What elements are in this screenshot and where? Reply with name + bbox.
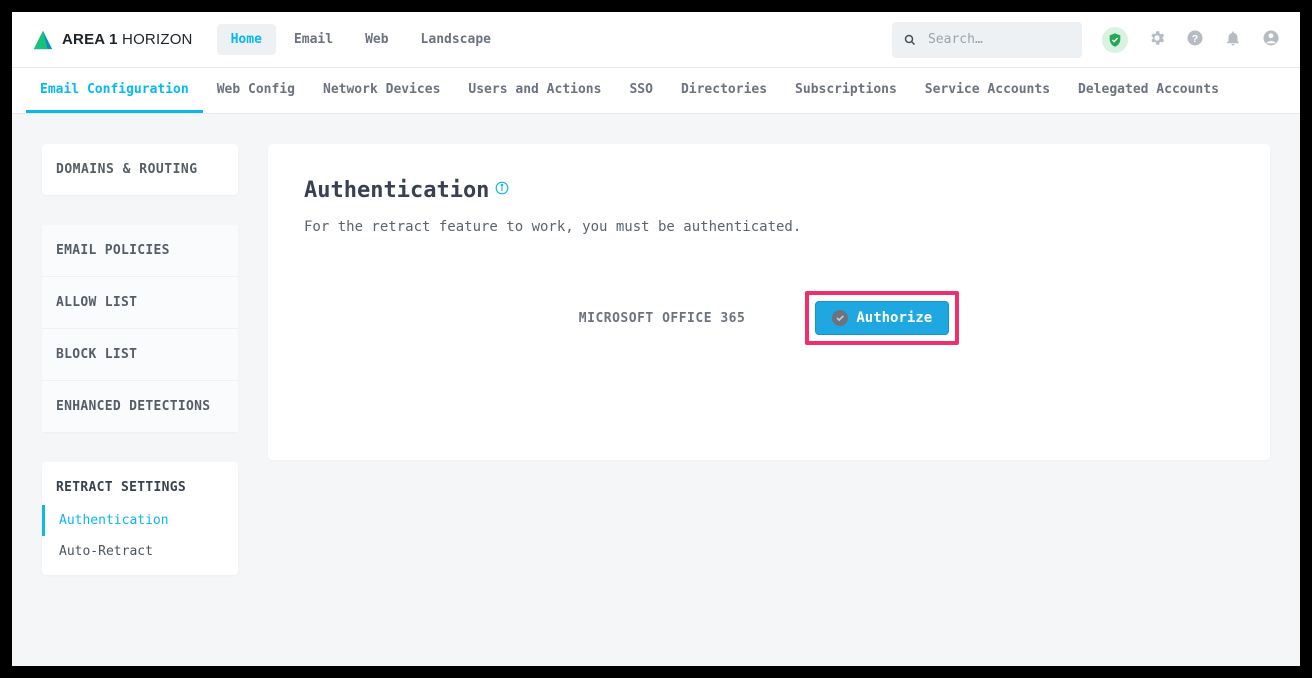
tab-service-accounts[interactable]: Service Accounts xyxy=(911,68,1064,113)
sidebar-retract-title: RETRACT SETTINGS xyxy=(42,462,238,505)
topnav-home[interactable]: Home xyxy=(217,24,276,55)
sidebar-policies-group: EMAIL POLICIES ALLOW LIST BLOCK LIST ENH… xyxy=(42,225,238,432)
brand-text: AREA 1 HORIZON xyxy=(62,31,193,48)
check-circle-icon xyxy=(832,310,848,326)
subnav-tabs: Email Configuration Web Config Network D… xyxy=(12,68,1300,114)
help-icon[interactable]: ? xyxy=(1186,29,1204,51)
gear-icon[interactable] xyxy=(1148,29,1166,51)
bell-icon[interactable] xyxy=(1224,29,1242,51)
auth-row: MICROSOFT OFFICE 365 Authorize xyxy=(304,291,1234,345)
tab-delegated-accounts[interactable]: Delegated Accounts xyxy=(1064,68,1233,113)
topnav-landscape[interactable]: Landscape xyxy=(407,24,505,55)
sidebar-item-authentication[interactable]: Authentication xyxy=(42,505,238,536)
shield-check-icon[interactable] xyxy=(1102,27,1128,53)
sidebar-item-email-policies[interactable]: EMAIL POLICIES xyxy=(42,225,238,277)
info-icon[interactable] xyxy=(495,181,509,195)
sidebar-retract-group: RETRACT SETTINGS Authentication Auto-Ret… xyxy=(42,462,238,575)
svg-text:?: ? xyxy=(1192,32,1198,44)
tab-email-configuration[interactable]: Email Configuration xyxy=(26,68,203,113)
auth-provider-label: MICROSOFT OFFICE 365 xyxy=(579,311,746,326)
sidebar-item-auto-retract[interactable]: Auto-Retract xyxy=(42,536,238,575)
topbar: AREA 1 HORIZON Home Email Web Landscape xyxy=(12,12,1300,68)
topnav-web[interactable]: Web xyxy=(351,24,402,55)
authorize-button[interactable]: Authorize xyxy=(815,301,949,335)
sidebar-item-block-list[interactable]: BLOCK LIST xyxy=(42,329,238,381)
user-icon[interactable] xyxy=(1262,29,1280,51)
tab-subscriptions[interactable]: Subscriptions xyxy=(781,68,911,113)
topnav-email[interactable]: Email xyxy=(280,24,347,55)
sidebar-item-enhanced-detections[interactable]: ENHANCED DETECTIONS xyxy=(42,381,238,432)
search-input[interactable] xyxy=(928,32,1070,47)
page-title: Authentication xyxy=(304,178,489,203)
sidebar-item-allow-list[interactable]: ALLOW LIST xyxy=(42,277,238,329)
content-area: DOMAINS & ROUTING EMAIL POLICIES ALLOW L… xyxy=(12,114,1300,666)
tab-sso[interactable]: SSO xyxy=(615,68,666,113)
authorize-highlight: Authorize xyxy=(805,291,959,345)
search-box[interactable] xyxy=(892,22,1082,58)
sidebar-item-domains-routing[interactable]: DOMAINS & ROUTING xyxy=(42,144,238,195)
page-description: For the retract feature to work, you mus… xyxy=(304,219,1234,235)
tab-network-devices[interactable]: Network Devices xyxy=(309,68,454,113)
tab-web-config[interactable]: Web Config xyxy=(203,68,309,113)
authorize-button-label: Authorize xyxy=(856,310,932,326)
tab-users-and-actions[interactable]: Users and Actions xyxy=(454,68,615,113)
tab-directories[interactable]: Directories xyxy=(667,68,781,113)
search-icon xyxy=(904,33,916,47)
brand[interactable]: AREA 1 HORIZON xyxy=(32,29,193,51)
brand-logo-icon xyxy=(32,29,54,51)
main-panel: Authentication For the retract feature t… xyxy=(268,144,1270,460)
sidebar: DOMAINS & ROUTING EMAIL POLICIES ALLOW L… xyxy=(42,144,238,636)
top-icons: ? xyxy=(1102,27,1280,53)
topnav: Home Email Web Landscape xyxy=(217,24,505,55)
